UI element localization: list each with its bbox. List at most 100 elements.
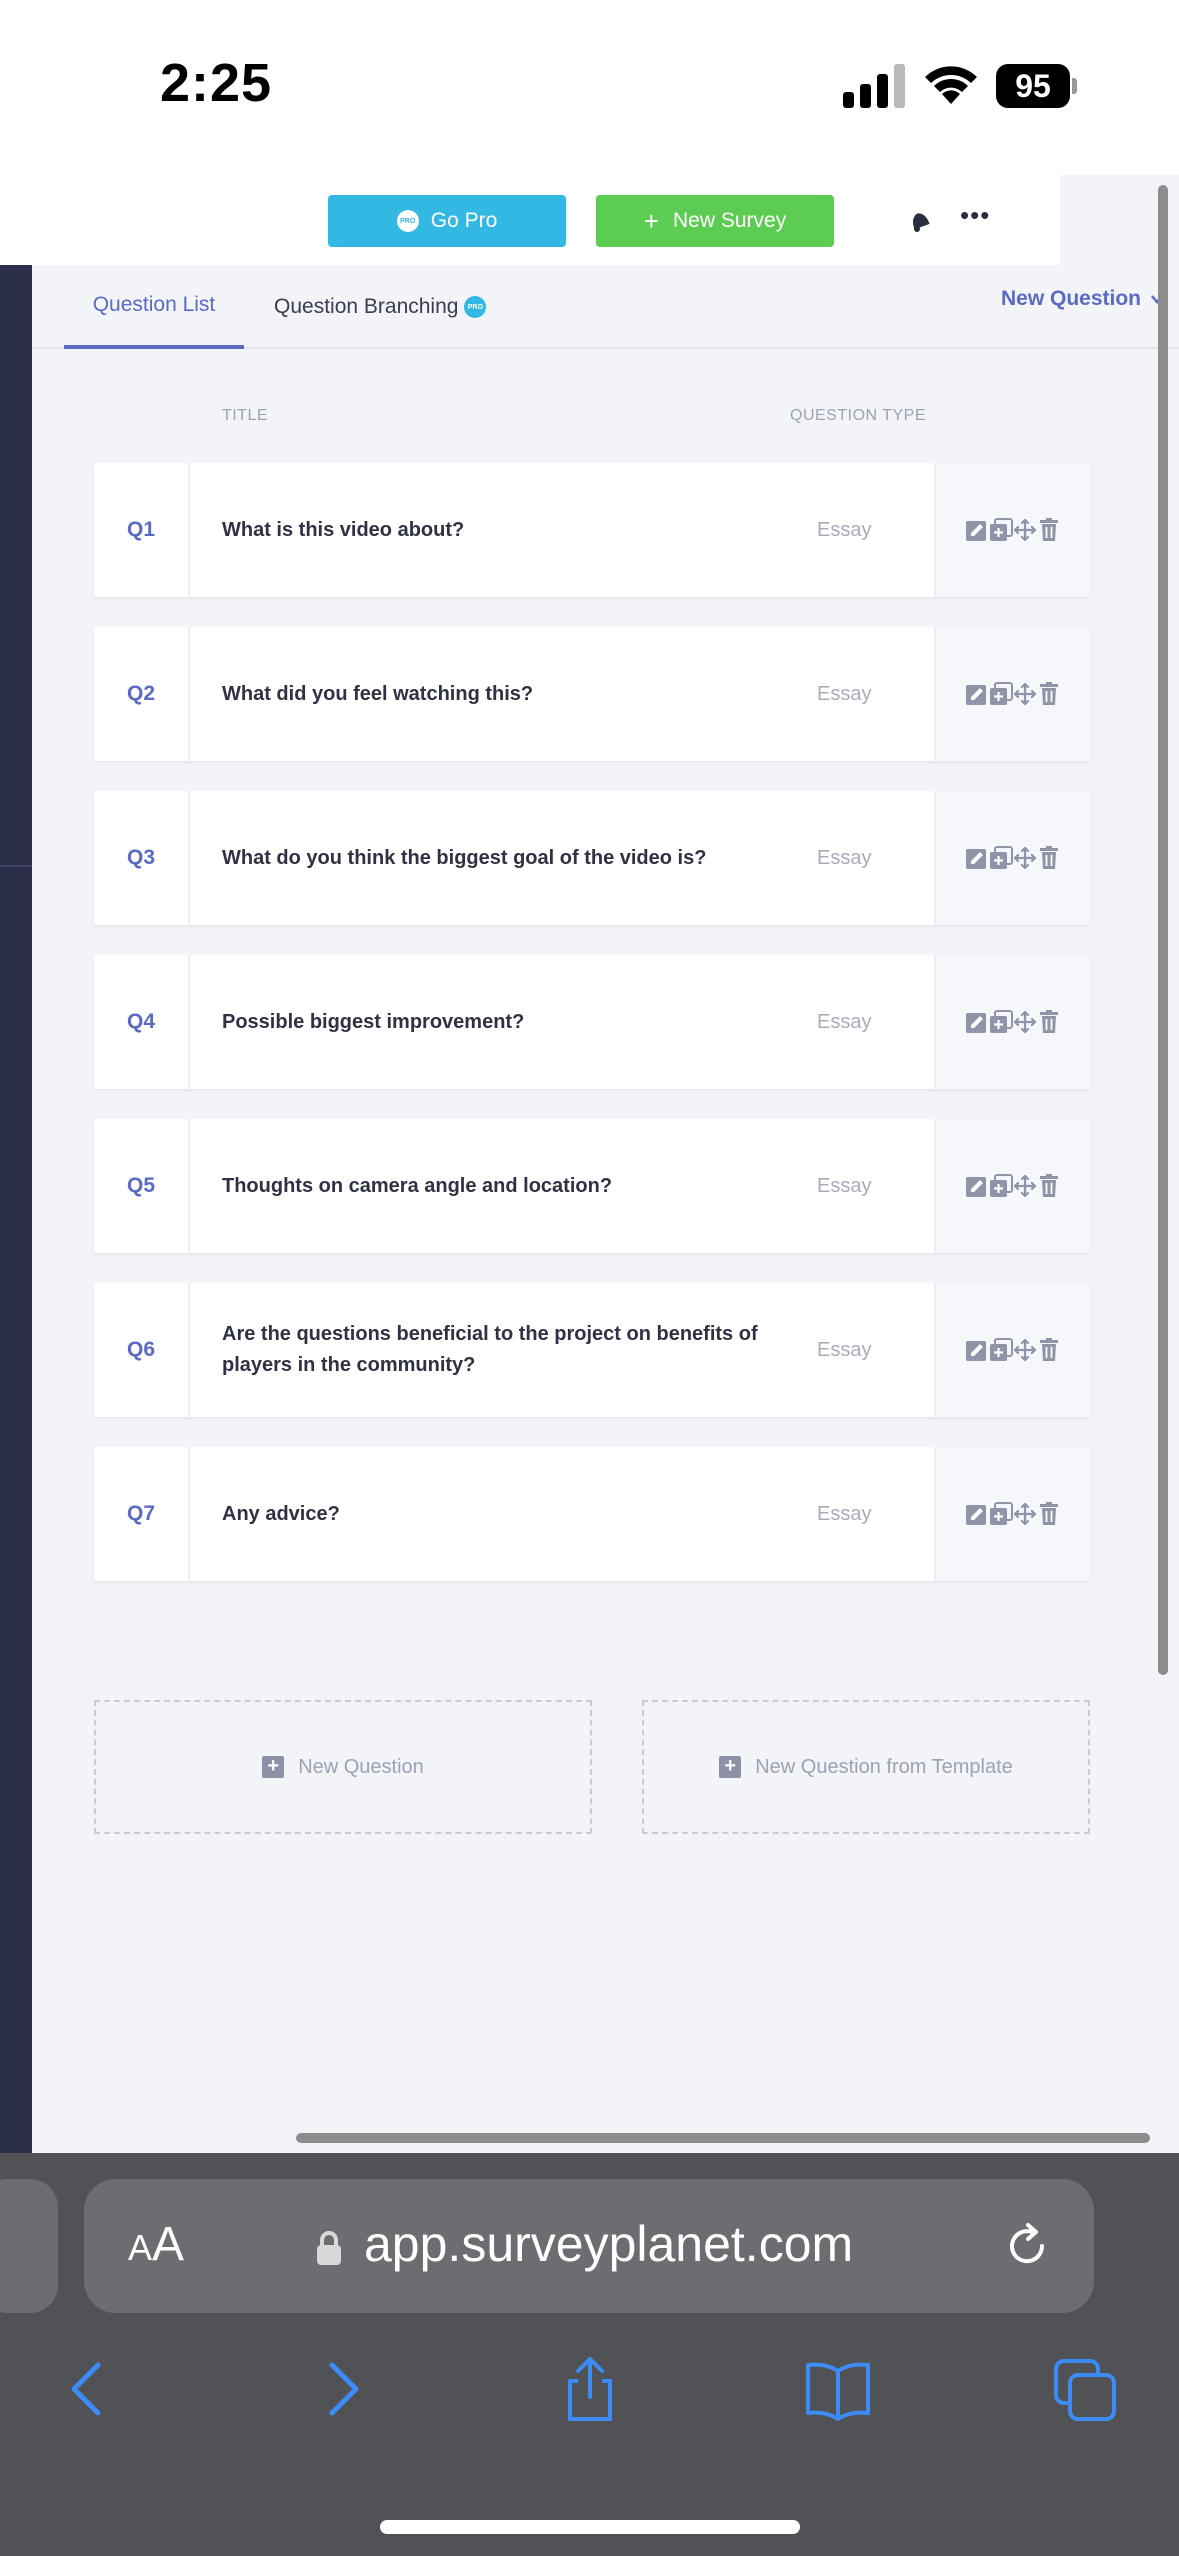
column-header-title: TITLE [222, 407, 269, 424]
delete-icon[interactable] [1037, 1174, 1061, 1198]
question-title[interactable]: What do you think the biggest goal of th… [222, 791, 762, 925]
question-tabs: Question List Question Branching PRO New… [32, 265, 1179, 349]
question-row[interactable]: Q5 Thoughts on camera angle and location?… [94, 1119, 1090, 1253]
question-title[interactable]: What is this video about? [222, 463, 762, 597]
duplicate-icon[interactable] [989, 518, 1013, 542]
question-type: Essay [817, 1010, 872, 1033]
share-icon[interactable] [554, 2353, 626, 2425]
move-icon[interactable] [1013, 1502, 1037, 1526]
new-question-button[interactable]: + New Question [94, 1700, 592, 1834]
wifi-icon [925, 66, 977, 104]
question-number: Q4 [94, 955, 190, 1089]
duplicate-icon[interactable] [989, 1502, 1013, 1526]
edit-icon[interactable] [965, 1338, 989, 1362]
question-row[interactable]: Q2 What did you feel watching this? Essay [94, 627, 1090, 761]
edit-icon[interactable] [965, 846, 989, 870]
question-number: Q5 [94, 1119, 190, 1253]
vertical-scrollbar[interactable] [1158, 185, 1168, 1675]
delete-icon[interactable] [1037, 1010, 1061, 1034]
move-icon[interactable] [1013, 518, 1037, 542]
question-actions [934, 1447, 1090, 1581]
question-number: Q7 [94, 1447, 190, 1581]
edit-icon[interactable] [965, 518, 989, 542]
question-actions [934, 1283, 1090, 1417]
edit-icon[interactable] [965, 1502, 989, 1526]
notification-bell-icon[interactable] [906, 207, 934, 235]
move-icon[interactable] [1013, 1338, 1037, 1362]
aa-small: A [128, 2227, 153, 2268]
delete-icon[interactable] [1037, 846, 1061, 870]
tab-question-branching[interactable]: Question Branching PRO [274, 265, 487, 349]
question-actions [934, 1119, 1090, 1253]
url-text: app.surveyplanet.com [364, 2216, 854, 2272]
new-survey-button[interactable]: + New Survey [596, 195, 834, 247]
reload-icon[interactable] [1002, 2221, 1052, 2271]
new-question-dropdown-label: New Question [1000, 287, 1141, 310]
question-actions [934, 627, 1090, 761]
delete-icon[interactable] [1037, 1338, 1061, 1362]
browser-toolbar: AA app.surveyplanet.com [0, 2153, 1179, 2556]
plus-icon: + [643, 205, 659, 236]
address-bar[interactable]: AA app.surveyplanet.com [84, 2179, 1094, 2313]
horizontal-scrollbar[interactable] [296, 2133, 1150, 2143]
question-type: Essay [817, 1174, 872, 1197]
question-title[interactable]: What did you feel watching this? [222, 627, 762, 761]
delete-icon[interactable] [1037, 682, 1061, 706]
question-number: Q3 [94, 791, 190, 925]
question-row[interactable]: Q6 Are the questions beneficial to the pr… [94, 1283, 1090, 1417]
question-actions [934, 463, 1090, 597]
question-actions [934, 791, 1090, 925]
aa-large: A [152, 2218, 185, 2271]
plus-square-icon: + [719, 1756, 742, 1778]
forward-icon[interactable] [306, 2353, 378, 2425]
edit-icon[interactable] [965, 682, 989, 706]
question-row[interactable]: Q3 What do you think the biggest goal of … [94, 791, 1090, 925]
battery-level: 95 [996, 64, 1070, 108]
new-question-from-template-label: New Question from Template [755, 1755, 1013, 1778]
tab-question-list[interactable]: Question List [64, 265, 244, 349]
move-icon[interactable] [1013, 846, 1037, 870]
bookmarks-icon[interactable] [802, 2353, 874, 2425]
duplicate-icon[interactable] [989, 682, 1013, 706]
question-type: Essay [817, 1338, 872, 1361]
duplicate-icon[interactable] [989, 846, 1013, 870]
back-icon[interactable] [52, 2353, 124, 2425]
question-title[interactable]: Possible biggest improvement? [222, 955, 762, 1089]
move-icon[interactable] [1013, 1174, 1037, 1198]
new-survey-label: New Survey [672, 209, 787, 232]
question-title[interactable]: Are the questions beneficial to the proj… [222, 1283, 762, 1417]
move-icon[interactable] [1013, 1010, 1037, 1034]
battery-indicator: 95 [996, 64, 1077, 108]
question-number: Q6 [94, 1283, 190, 1417]
edit-icon[interactable] [965, 1010, 989, 1034]
question-row[interactable]: Q4 Possible biggest improvement? Essay [94, 955, 1090, 1089]
web-page: PRO Go Pro + New Survey ••• Question Lis… [0, 175, 1179, 2153]
duplicate-icon[interactable] [989, 1174, 1013, 1198]
duplicate-icon[interactable] [989, 1010, 1013, 1034]
duplicate-icon[interactable] [989, 1338, 1013, 1362]
question-actions [934, 955, 1090, 1089]
status-time: 2:25 [160, 53, 273, 113]
go-pro-label: Go Pro [430, 209, 498, 232]
question-title[interactable]: Thoughts on camera angle and location? [222, 1119, 762, 1253]
reader-settings-button[interactable]: AA [128, 2217, 184, 2272]
go-pro-button[interactable]: PRO Go Pro [328, 195, 566, 247]
edit-icon[interactable] [965, 1174, 989, 1198]
previous-tab-peek[interactable] [0, 2179, 58, 2313]
new-question-from-template-button[interactable]: + New Question from Template [642, 1700, 1090, 1834]
question-row[interactable]: Q1 What is this video about? Essay [94, 463, 1090, 597]
question-row[interactable]: Q7 Any advice? Essay [94, 1447, 1090, 1581]
sidebar-divider [0, 865, 32, 867]
tab-question-branching-label: Question Branching [274, 295, 459, 318]
lock-icon [317, 2231, 341, 2265]
question-type: Essay [817, 846, 872, 869]
tabs-icon[interactable] [1050, 2353, 1122, 2425]
move-icon[interactable] [1013, 682, 1037, 706]
more-options-icon[interactable]: ••• [960, 202, 990, 235]
delete-icon[interactable] [1037, 1502, 1061, 1526]
tab-question-list-label: Question List [92, 293, 216, 316]
delete-icon[interactable] [1037, 518, 1061, 542]
new-question-dropdown[interactable]: New Question [1001, 287, 1165, 311]
app-topbar: PRO Go Pro + New Survey ••• [0, 175, 1060, 265]
question-title[interactable]: Any advice? [222, 1447, 762, 1581]
